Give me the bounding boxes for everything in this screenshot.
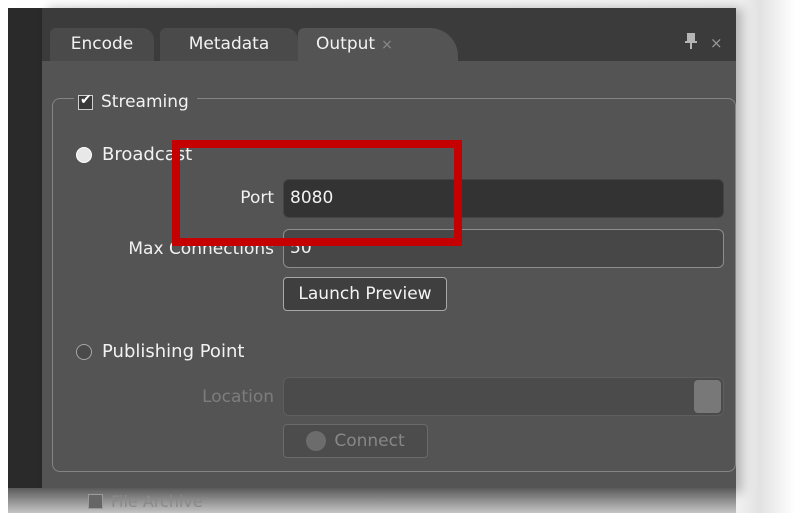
publishing-point-label: Publishing Point	[102, 341, 245, 362]
tab-encode-label: Encode	[70, 34, 134, 54]
left-rail	[8, 8, 42, 493]
radio-selected-icon	[76, 146, 92, 163]
file-archive-checkbox[interactable]: File Archive	[88, 492, 203, 511]
tab-bar: Encode Metadata Output × ×	[42, 8, 736, 61]
file-archive-label: File Archive	[111, 492, 203, 511]
file-archive-row: File Archive	[8, 488, 736, 513]
output-panel: Encode Metadata Output × × ✔ Streaming Br…	[42, 8, 736, 493]
tab-output-label: Output	[316, 34, 376, 54]
radio-unselected-icon	[76, 343, 92, 360]
screenshot-frame: Encode Metadata Output × × ✔ Streaming Br…	[0, 0, 795, 513]
tab-encode[interactable]: Encode	[50, 28, 154, 61]
connect-status-icon	[306, 431, 327, 451]
streaming-checkbox[interactable]: ✔ Streaming	[74, 90, 197, 114]
location-label: Location	[202, 387, 274, 407]
tab-output[interactable]: Output ×	[298, 28, 458, 61]
checkmark-icon: ✔	[80, 91, 92, 108]
location-input[interactable]	[283, 377, 724, 416]
publishing-point-radio[interactable]: Publishing Point	[76, 341, 244, 362]
streaming-label: Streaming	[101, 92, 189, 112]
location-browse-button[interactable]	[694, 380, 721, 413]
tab-metadata-label: Metadata	[188, 34, 270, 54]
launch-preview-button[interactable]: Launch Preview	[283, 277, 447, 311]
close-icon[interactable]: ×	[381, 37, 393, 53]
highlight-annotation	[172, 140, 462, 246]
connect-button[interactable]: Connect	[283, 424, 428, 458]
file-archive-checkbox-icon	[88, 494, 103, 509]
tab-metadata[interactable]: Metadata	[160, 28, 298, 61]
checkbox-icon: ✔	[78, 91, 93, 110]
pin-icon[interactable]	[684, 32, 698, 50]
connect-label: Connect	[334, 431, 405, 451]
panel-close-icon[interactable]: ×	[710, 34, 723, 52]
